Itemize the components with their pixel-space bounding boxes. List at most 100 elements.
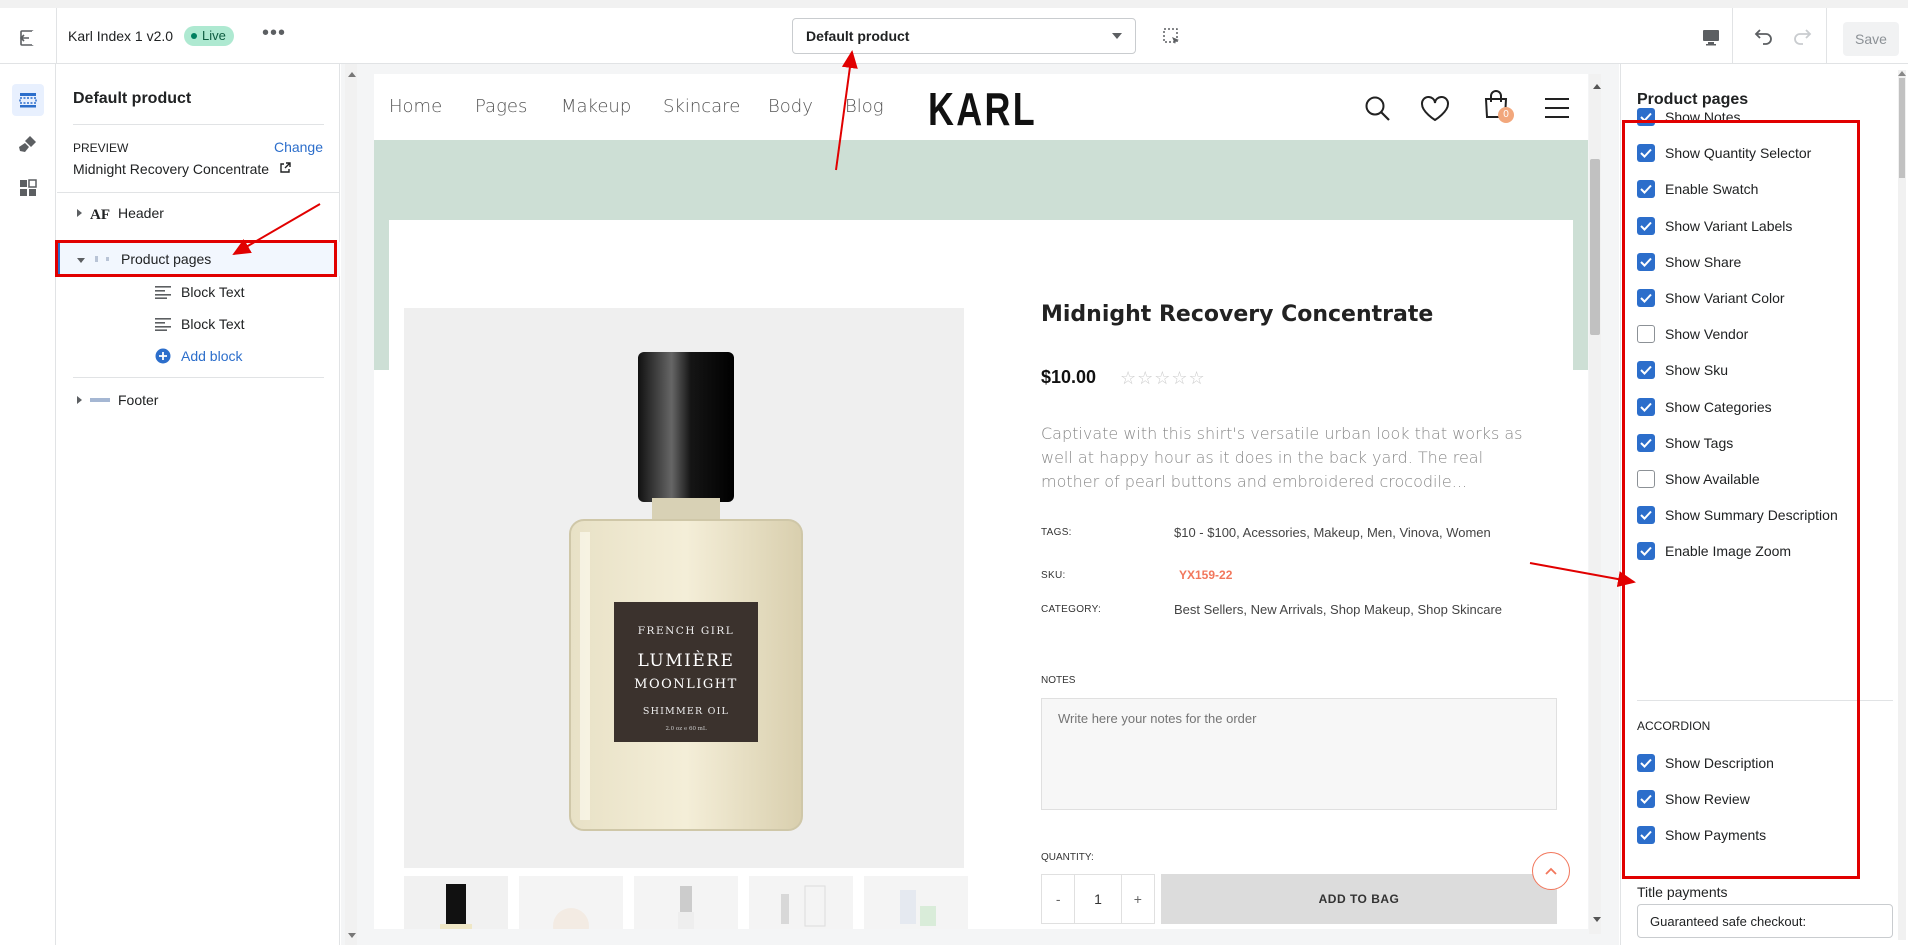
change-preview-link[interactable]: Change xyxy=(274,139,323,155)
site-logo[interactable]: KARL xyxy=(928,82,1037,136)
external-link-icon xyxy=(280,162,291,173)
menu-hamburger-icon[interactable] xyxy=(1544,96,1570,120)
perfume-bottle-illustration: FRENCH GIRL LUMIÈRE MOONLIGHT SHIMMER OI… xyxy=(569,352,803,831)
qty-minus-button[interactable]: - xyxy=(1042,875,1074,923)
divider xyxy=(1826,8,1827,64)
block-text-label: Block Text xyxy=(181,316,245,332)
chevron-down-icon xyxy=(1112,33,1122,39)
divider xyxy=(56,8,57,64)
thumbnail-strip xyxy=(404,876,968,929)
bottle-label-line2: LUMIÈRE xyxy=(638,650,735,671)
template-select-value: Default product xyxy=(806,28,910,44)
sku-value: YX159-22 xyxy=(1179,568,1233,582)
divider xyxy=(1732,8,1733,64)
text-block-icon xyxy=(155,286,171,299)
nav-skincare[interactable]: Skincare xyxy=(663,96,740,117)
storefront-preview: Home Pages Makeup Skincare Body Blog KAR… xyxy=(374,74,1588,929)
divider xyxy=(73,377,324,378)
live-badge: Live xyxy=(184,26,234,46)
scroll-up-arrow-icon[interactable] xyxy=(347,70,357,78)
product-thumbnail[interactable] xyxy=(864,876,968,929)
text-block-icon xyxy=(155,318,171,331)
settings-scrollbar-thumb[interactable] xyxy=(1899,78,1905,178)
caret-right-icon xyxy=(77,396,82,404)
add-circle-icon xyxy=(155,348,171,364)
section-header-label: Header xyxy=(118,205,164,221)
divider xyxy=(73,124,324,125)
bottle-label-line4: SHIMMER OIL xyxy=(643,706,729,717)
annotation-box-product-pages xyxy=(55,240,337,277)
inspect-icon[interactable] xyxy=(1162,27,1182,47)
preview-scrollbar-thumb[interactable] xyxy=(1590,159,1600,335)
settings-scroll-up-icon[interactable] xyxy=(1898,70,1906,76)
quantity-label: QUANTITY: xyxy=(1041,852,1094,863)
template-select[interactable]: Default product xyxy=(792,18,1136,54)
undo-icon[interactable] xyxy=(1752,24,1776,55)
left-scrollbar[interactable] xyxy=(345,64,357,945)
section-footer[interactable]: Footer xyxy=(57,383,340,417)
preview-product-name: Midnight Recovery Concentrate xyxy=(73,161,270,177)
bottle-label-line5: 2.0 oz ℮ 60 mL xyxy=(665,726,706,732)
product-title: Midnight Recovery Concentrate xyxy=(1041,302,1434,327)
product-description: Captivate with this shirt's versatile ur… xyxy=(1041,424,1523,491)
site-nav: Home Pages Makeup Skincare Body Blog KAR… xyxy=(374,74,1588,140)
sku-label: SKU: xyxy=(1041,570,1066,581)
nav-blog[interactable]: Blog xyxy=(845,96,884,117)
qty-plus-button[interactable]: + xyxy=(1122,875,1154,923)
svg-text:AF: AF xyxy=(90,207,110,221)
cart-count-badge: 0 xyxy=(1498,107,1514,123)
category-label: CATEGORY: xyxy=(1041,604,1102,615)
sections-icon[interactable] xyxy=(12,84,44,116)
block-text-label: Block Text xyxy=(181,284,245,300)
rating-stars[interactable]: ☆☆☆☆☆ xyxy=(1120,368,1206,389)
redo-icon[interactable] xyxy=(1790,24,1814,55)
more-actions-button[interactable]: ••• xyxy=(262,22,286,45)
add-block-button[interactable]: Add block xyxy=(155,343,242,369)
preview-scroll-up-icon[interactable] xyxy=(1592,82,1602,90)
add-to-bag-button[interactable]: ADD TO BAG xyxy=(1161,874,1557,924)
scroll-down-arrow-icon[interactable] xyxy=(347,932,357,940)
qty-value[interactable]: 1 xyxy=(1074,875,1122,923)
preview-product[interactable]: Midnight Recovery Concentrate xyxy=(73,161,291,177)
preview-scroll-down-icon[interactable] xyxy=(1592,916,1602,924)
desktop-icon[interactable] xyxy=(1700,26,1722,53)
sections-panel: Default product PREVIEW Change Midnight … xyxy=(57,64,340,945)
order-notes-field[interactable] xyxy=(1041,698,1557,810)
theme-settings-icon[interactable] xyxy=(12,128,44,160)
product-thumbnail[interactable] xyxy=(634,876,738,929)
nav-makeup[interactable]: Makeup xyxy=(561,96,631,117)
product-thumbnail[interactable] xyxy=(749,876,853,929)
section-header[interactable]: AF Header xyxy=(57,196,340,230)
category-value[interactable]: Best Sellers, New Arrivals, Shop Makeup,… xyxy=(1174,602,1502,617)
nav-home[interactable]: Home xyxy=(389,96,442,117)
tags-value[interactable]: $10 - $100, Acessories, Makeup, Men, Vin… xyxy=(1174,525,1491,540)
scroll-to-top-icon[interactable] xyxy=(1532,852,1570,890)
nav-body[interactable]: Body xyxy=(768,96,813,117)
title-payments-input[interactable] xyxy=(1637,904,1893,938)
preview-label: PREVIEW xyxy=(73,141,129,155)
product-price: $10.00 xyxy=(1041,367,1097,387)
product-thumbnail[interactable] xyxy=(519,876,623,929)
exit-icon[interactable] xyxy=(18,28,40,50)
product-thumbnail[interactable] xyxy=(404,876,508,929)
block-text-item[interactable]: Block Text xyxy=(155,311,245,337)
search-icon[interactable] xyxy=(1364,95,1392,123)
header-thumbnail-icon: AF xyxy=(90,207,110,221)
footer-thumbnail-icon xyxy=(90,398,110,402)
caret-right-icon xyxy=(77,209,82,217)
product-image[interactable]: FRENCH GIRL LUMIÈRE MOONLIGHT SHIMMER OI… xyxy=(404,308,964,868)
settings-scrollbar[interactable] xyxy=(1898,70,1906,940)
title-payments-label: Title payments xyxy=(1637,884,1728,900)
block-text-item[interactable]: Block Text xyxy=(155,279,245,305)
wishlist-heart-icon[interactable] xyxy=(1420,96,1450,122)
app-blocks-icon[interactable] xyxy=(12,172,44,204)
top-bar: Karl Index 1 v2.0 Live ••• Default produ… xyxy=(0,0,1908,64)
icon-rail xyxy=(0,64,56,945)
tags-label: TAGS: xyxy=(1041,527,1072,538)
section-footer-label: Footer xyxy=(118,392,159,408)
nav-pages[interactable]: Pages xyxy=(475,96,527,117)
theme-name: Karl Index 1 v2.0 xyxy=(68,28,174,44)
save-button[interactable]: Save xyxy=(1843,22,1899,56)
bottle-label-line1: FRENCH GIRL xyxy=(638,625,735,637)
bottle-label-line3: MOONLIGHT xyxy=(634,677,738,692)
